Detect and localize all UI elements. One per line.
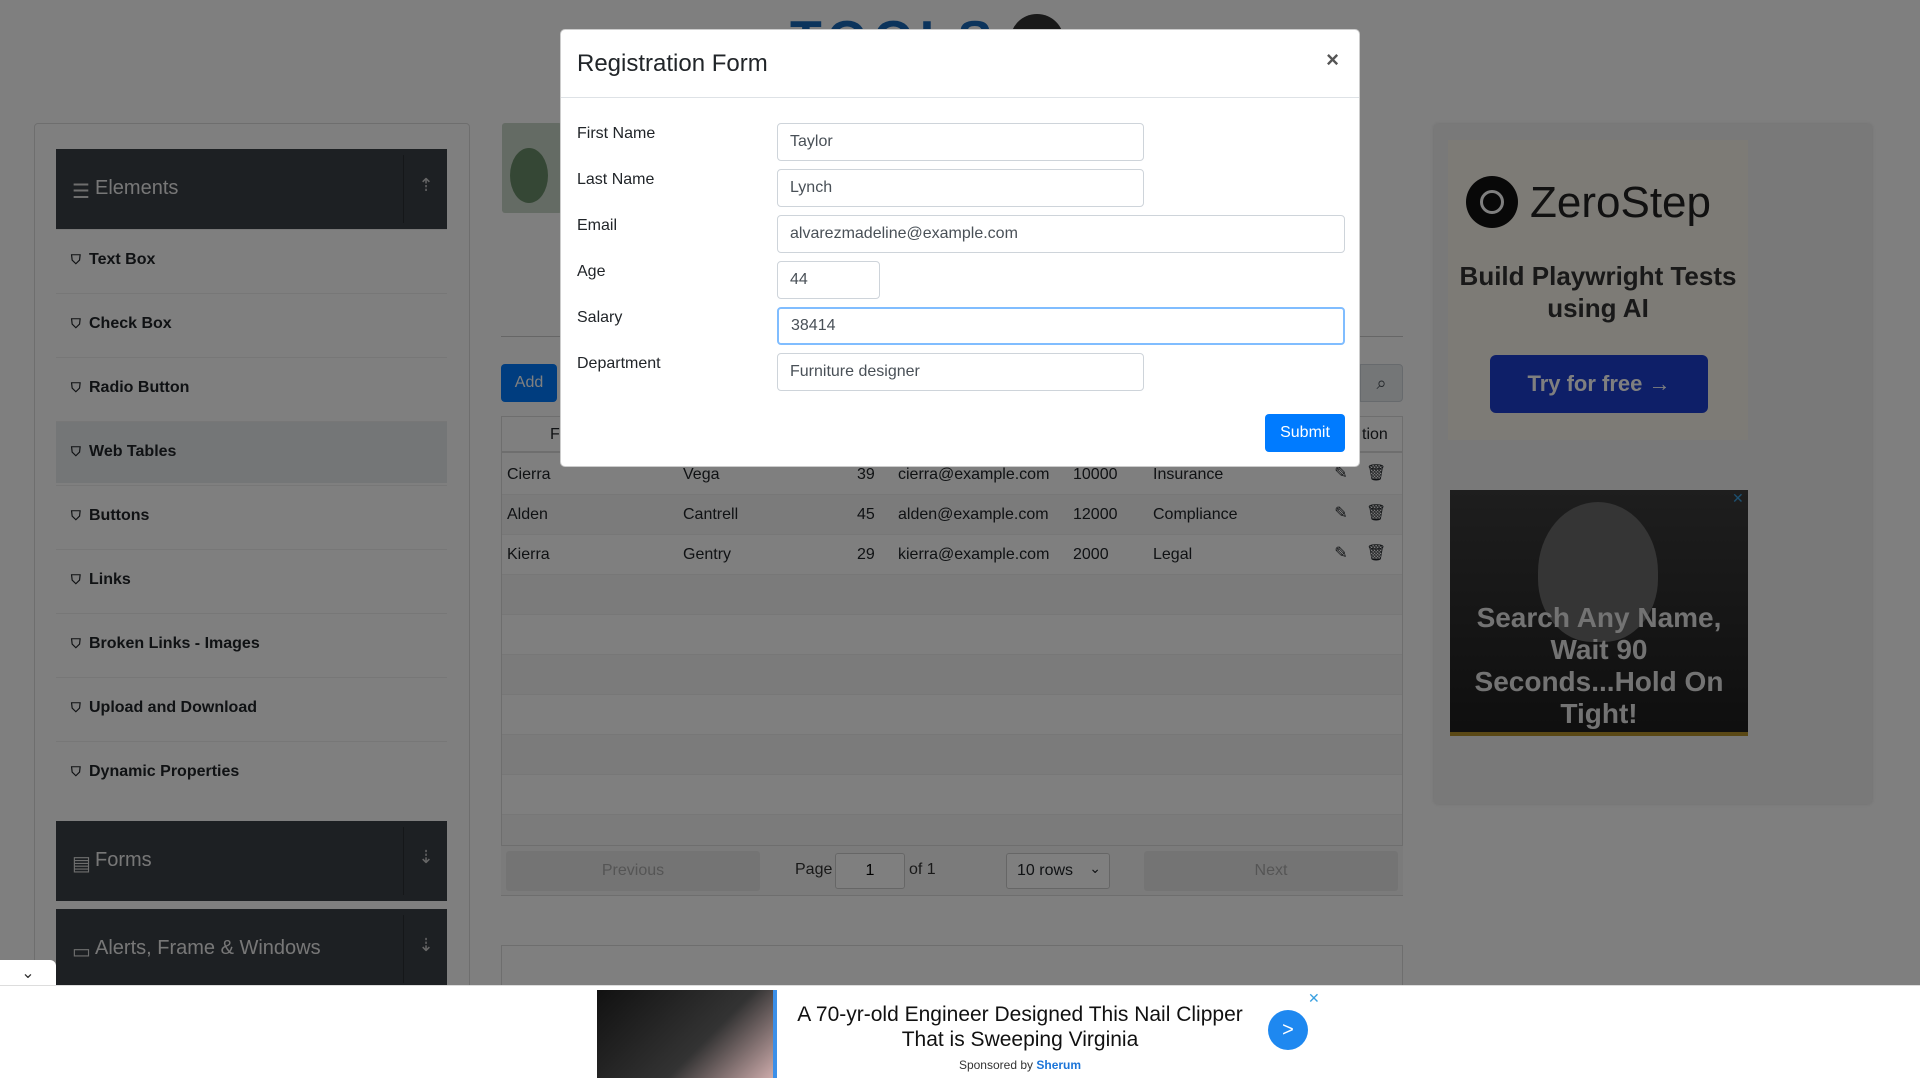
sponsored-line: Sponsored by Sherum: [790, 1058, 1250, 1072]
age-label: Age: [577, 263, 606, 280]
age-input[interactable]: [777, 261, 880, 299]
department-input[interactable]: [777, 353, 1144, 391]
first-name-input[interactable]: [777, 123, 1144, 161]
email-label: Email: [577, 217, 618, 234]
modal-title: Registration Form: [577, 50, 768, 77]
arrow-right-icon[interactable]: >: [1268, 1010, 1308, 1050]
sponsored-prefix: Sponsored by: [958, 1058, 1034, 1072]
last-name-label: Last Name: [577, 171, 655, 188]
bottom-ad-banner[interactable]: A 70-yr-old Engineer Designed This Nail …: [0, 985, 1920, 1080]
department-label: Department: [577, 355, 661, 372]
close-icon[interactable]: ✕: [1308, 990, 1320, 1007]
nail-clipper-image: [597, 990, 777, 1078]
email-input[interactable]: [777, 215, 1345, 253]
close-icon[interactable]: ×: [1326, 47, 1339, 73]
modal-header: Registration Form ×: [561, 30, 1359, 98]
chevron-down-icon[interactable]: ⌄: [0, 960, 56, 988]
registration-form-modal: Registration Form × First Name Last Name…: [560, 29, 1360, 467]
first-name-label: First Name: [577, 125, 656, 142]
sponsor-name[interactable]: Sherum: [1036, 1058, 1081, 1072]
salary-input[interactable]: [777, 307, 1345, 345]
submit-button[interactable]: Submit: [1265, 414, 1345, 452]
ad-headline[interactable]: A 70-yr-old Engineer Designed This Nail …: [790, 1002, 1250, 1052]
salary-label: Salary: [577, 309, 623, 326]
last-name-input[interactable]: [777, 169, 1144, 207]
